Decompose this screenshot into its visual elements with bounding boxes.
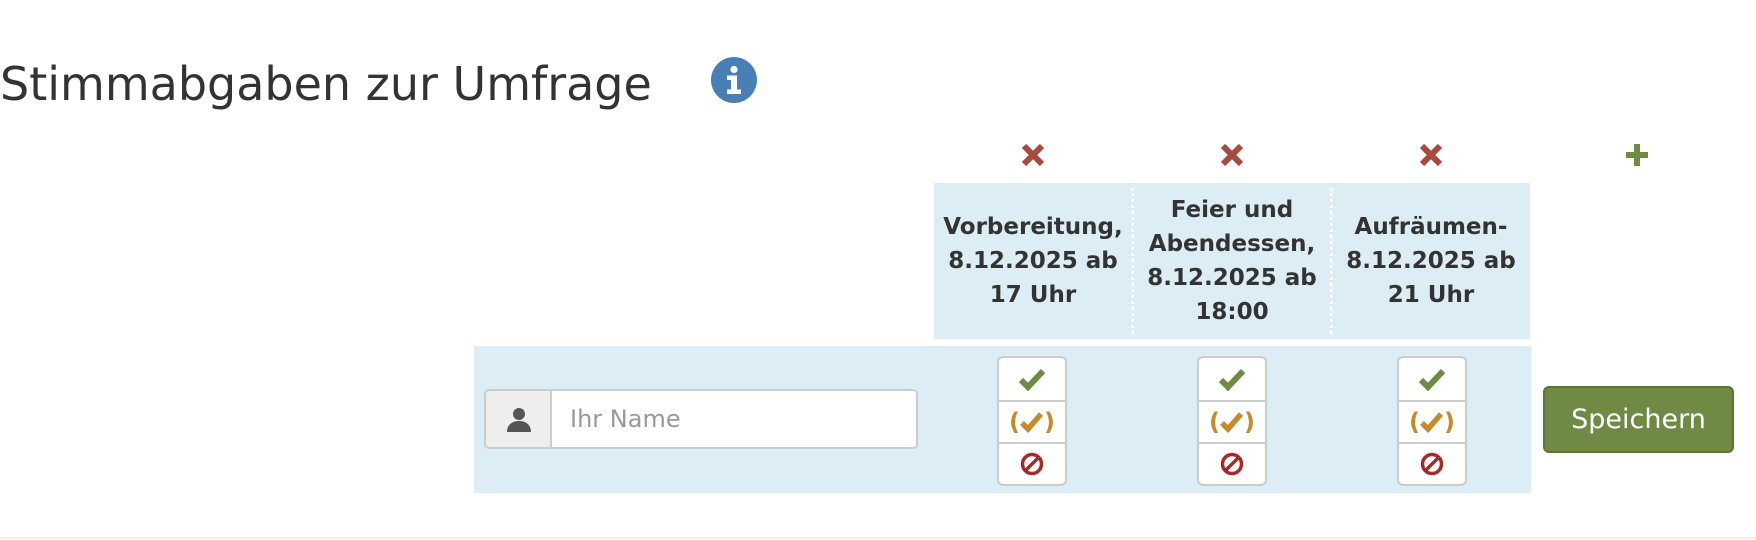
check-in-parentheses-icon	[1020, 412, 1044, 433]
add-column-icon[interactable]	[1622, 140, 1652, 170]
column-header-2: Feier und Abendessen, 8.12.2025 ab 18:00	[1147, 197, 1317, 325]
choice-maybe[interactable]: ( )	[1399, 400, 1465, 442]
remove-column-1-icon[interactable]	[1018, 140, 1048, 170]
choice-yes[interactable]	[1199, 358, 1265, 400]
maybe-paren-open: (	[1409, 408, 1420, 436]
column-header-3: Aufräumen- 8.12.2025 ab 21 Uhr	[1346, 214, 1516, 308]
vote-choices-column-1: ( )	[997, 356, 1067, 486]
maybe-paren-close: )	[1244, 408, 1255, 436]
maybe-paren-open: (	[1209, 408, 1220, 436]
ban-icon	[1220, 452, 1244, 476]
choice-no[interactable]	[1399, 442, 1465, 484]
choice-maybe[interactable]: ( )	[1199, 400, 1265, 442]
name-input[interactable]	[550, 389, 918, 449]
vote-choices-column-3: ( )	[1397, 356, 1467, 486]
column-divider	[1131, 188, 1134, 334]
check-icon	[1218, 368, 1246, 391]
check-in-parentheses-icon	[1220, 412, 1244, 433]
ban-icon	[1420, 452, 1444, 476]
divider	[0, 537, 1756, 539]
choice-maybe[interactable]: ( )	[999, 400, 1065, 442]
choice-yes[interactable]	[1399, 358, 1465, 400]
check-icon	[1018, 368, 1046, 391]
info-icon[interactable]	[711, 57, 757, 103]
maybe-paren-close: )	[1444, 408, 1455, 436]
ban-icon	[1020, 452, 1044, 476]
save-button[interactable]: Speichern	[1543, 386, 1734, 453]
user-icon	[507, 408, 531, 432]
name-input-group	[484, 389, 920, 449]
choice-no[interactable]	[1199, 442, 1265, 484]
maybe-paren-close: )	[1044, 408, 1055, 436]
check-in-parentheses-icon	[1420, 412, 1444, 433]
vote-choices-column-2: ( )	[1197, 356, 1267, 486]
name-addon	[484, 389, 552, 449]
page-title: Stimmabgaben zur Umfrage	[0, 57, 652, 111]
remove-column-2-icon[interactable]	[1217, 140, 1247, 170]
choice-yes[interactable]	[999, 358, 1065, 400]
remove-column-3-icon[interactable]	[1416, 140, 1446, 170]
column-header-1: Vorbereitung, 8.12.2025 ab 17 Uhr	[943, 214, 1123, 308]
choice-no[interactable]	[999, 442, 1065, 484]
maybe-paren-open: (	[1009, 408, 1020, 436]
column-divider	[1330, 188, 1333, 334]
check-icon	[1418, 368, 1446, 391]
